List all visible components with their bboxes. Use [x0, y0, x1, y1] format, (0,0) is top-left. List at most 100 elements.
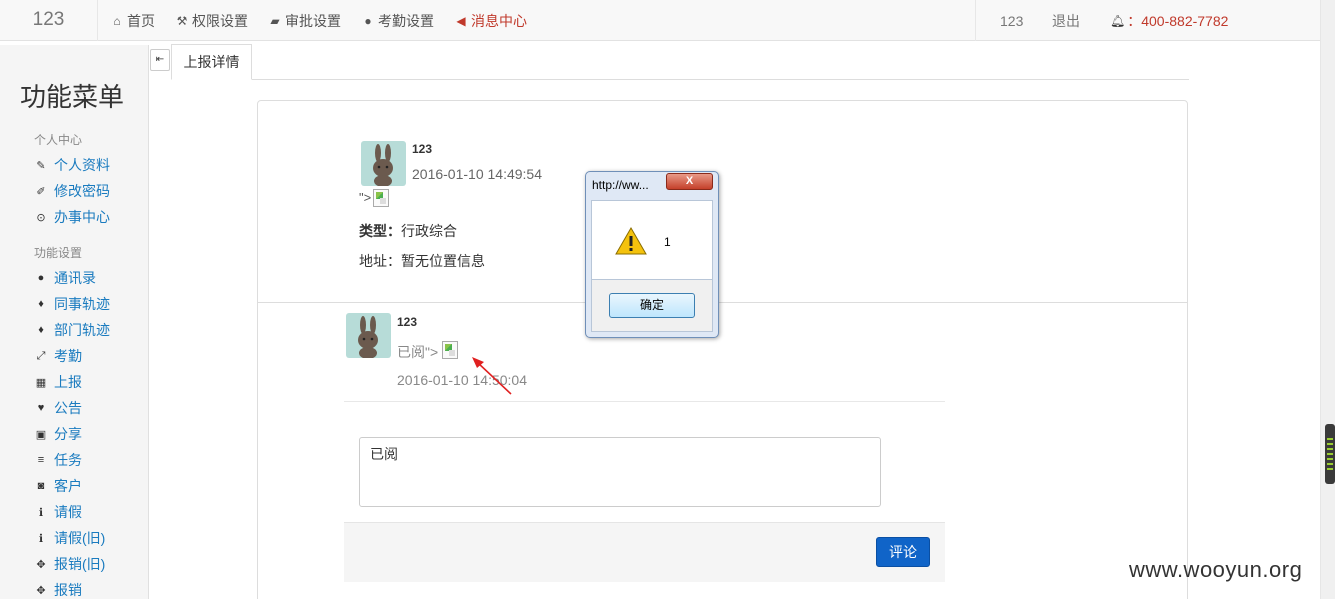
nav-approval[interactable]: ▰ 审批设置 — [268, 0, 341, 41]
wrench-icon: ⚒ — [176, 13, 188, 28]
nav-permissions[interactable]: ⚒ 权限设置 — [175, 0, 248, 41]
sidebar-item-report[interactable]: ▦ 上报 — [34, 372, 82, 392]
globe-icon: ● — [364, 13, 372, 28]
sidebar-toggle-icon[interactable]: ⇤ — [150, 49, 170, 71]
info-icon: ℹ — [38, 506, 44, 519]
broken-image-icon — [442, 341, 458, 359]
sidebar-item-share[interactable]: ▣ 分享 — [34, 424, 82, 444]
sidebar-item-notice[interactable]: ♥ 公告 — [34, 398, 82, 418]
move-icon: ✥ — [36, 584, 46, 597]
home-icon: ⌂ — [113, 13, 121, 28]
sidebar-item-attendance[interactable]: ⤢ 考勤 — [34, 346, 82, 366]
stray-text: "> — [359, 190, 372, 205]
warning-icon — [615, 227, 647, 255]
tab-report-detail[interactable]: 上报详情 — [171, 44, 252, 80]
info-icon: ℹ — [38, 532, 44, 545]
sidebar-item-label: 分享 — [54, 426, 82, 442]
sidebar-item-label: 公告 — [54, 400, 82, 416]
folder-icon: ▰ — [270, 13, 280, 28]
nav-label: 首页 — [127, 12, 155, 29]
address-label: 地址： — [359, 253, 401, 269]
bell-icon: 🔔︎ — [1110, 13, 1126, 28]
heart-icon: ♥ — [37, 402, 45, 414]
phone-colon: ： — [1127, 12, 1142, 29]
submit-comment-button[interactable]: 评论 — [876, 537, 930, 567]
bullhorn-icon: ◀ — [456, 13, 466, 28]
main-nav: ⌂ 首页 ⚒ 权限设置 ▰ 审批设置 ● 考勤设置 ◀ 消息中心 — [110, 0, 547, 41]
sidebar-item-label: 请假 — [54, 504, 82, 520]
tab-divider — [252, 79, 1189, 80]
camera-icon: ◙ — [37, 480, 45, 492]
report-time: 2016-01-10 14:49:54 — [412, 166, 542, 182]
ok-button[interactable]: 确定 — [609, 293, 695, 318]
sidebar-item-label: 报销(旧) — [54, 556, 106, 572]
move-icon: ✥ — [36, 558, 46, 571]
sidebar-title: 功能菜单 — [20, 83, 125, 112]
alert-message: 1 — [664, 235, 671, 249]
sidebar-group-personal: 个人中心 — [34, 133, 83, 147]
logout-link[interactable]: 退出 — [1052, 0, 1110, 41]
map-marker-icon: ♦ — [38, 298, 44, 310]
sidebar-item-leave-old[interactable]: ℹ 请假(旧) — [34, 528, 105, 548]
type-label: 类型： — [359, 223, 401, 239]
nav-label: 消息中心 — [471, 12, 527, 29]
gift-icon: ▣ — [35, 428, 47, 441]
map-marker-icon: ♦ — [38, 324, 44, 336]
sidebar-item-leave[interactable]: ℹ 请假 — [34, 502, 82, 522]
nav-right: 123 退出 🔔︎ ： 400-882-7782 — [975, 0, 1228, 41]
sidebar-item-label: 上报 — [54, 374, 82, 390]
scrollbar[interactable] — [1320, 0, 1335, 599]
brand[interactable]: 123 — [0, 0, 98, 41]
type-value: 行政综合 — [401, 223, 457, 239]
edit-icon: ✎ — [36, 159, 46, 172]
sidebar-item-office[interactable]: ⊙ 办事中心 — [34, 207, 110, 227]
sidebar-item-dept-track[interactable]: ♦ 部门轨迹 — [34, 320, 110, 340]
nav-home[interactable]: ⌂ 首页 — [110, 0, 155, 41]
sidebar-item-label: 考勤 — [54, 348, 82, 364]
rabbit-avatar-icon — [373, 144, 393, 187]
check-circle-icon: ⊙ — [36, 211, 46, 224]
sidebar-item-label: 通讯录 — [54, 270, 96, 286]
watermark: www.wooyun.org — [1129, 557, 1303, 582]
comment-text: 已阅"> — [397, 344, 439, 360]
alert-body — [591, 200, 713, 280]
current-user[interactable]: 123 — [976, 0, 1052, 41]
sidebar-item-profile[interactable]: ✎ 个人资料 — [34, 155, 110, 175]
comment-divider — [344, 401, 945, 402]
sidebar-group-features: 功能设置 — [34, 246, 83, 260]
sidebar-item-label: 部门轨迹 — [54, 322, 110, 338]
rabbit-avatar-icon — [358, 316, 378, 359]
sidebar-item-contacts[interactable]: ● 通讯录 — [34, 268, 96, 288]
form-footer — [344, 522, 945, 582]
avatar — [361, 141, 406, 187]
report-author: 123 — [412, 142, 433, 156]
sidebar-item-expense-old[interactable]: ✥ 报销(旧) — [34, 554, 105, 574]
top-navbar: 123 ⌂ 首页 ⚒ 权限设置 ▰ 审批设置 ● 考勤设置 ◀ 消息中心 123 退出 🔔… — [0, 0, 1320, 41]
sidebar-item-label: 客户 — [54, 478, 82, 494]
nav-messages[interactable]: ◀ 消息中心 — [454, 0, 527, 41]
calendar-icon: ▦ — [35, 376, 47, 389]
sidebar-item-label: 个人资料 — [54, 157, 110, 173]
sidebar-item-customers[interactable]: ◙ 客户 — [34, 476, 82, 496]
resize-icon: ⤢ — [36, 349, 46, 362]
comment-textarea[interactable] — [359, 437, 881, 507]
sidebar-item-expense[interactable]: ✥ 报销 — [34, 580, 82, 599]
scrollbar-thumb[interactable] — [1325, 424, 1335, 484]
sidebar-item-tasks[interactable]: ≡ 任务 — [34, 450, 82, 470]
sidebar-item-password[interactable]: ✐ 修改密码 — [34, 181, 110, 201]
sidebar-item-label: 同事轨迹 — [54, 296, 110, 312]
phone-number: 400-882-7782 — [1141, 12, 1229, 29]
red-arrow-annotation — [472, 357, 512, 395]
alert-title: http://ww... — [592, 178, 649, 192]
close-icon[interactable]: X — [666, 173, 713, 190]
list-icon: ≡ — [37, 454, 45, 466]
sidebar-item-label: 修改密码 — [54, 183, 110, 199]
avatar — [346, 313, 391, 359]
broken-image-icon — [373, 189, 389, 207]
user-icon: ● — [37, 272, 45, 284]
nav-label: 权限设置 — [192, 12, 248, 29]
report-address: 地址：暂无位置信息 — [359, 251, 485, 271]
section-divider — [257, 302, 1188, 303]
nav-attendance[interactable]: ● 考勤设置 — [361, 0, 434, 41]
sidebar-item-colleague-track[interactable]: ♦ 同事轨迹 — [34, 294, 110, 314]
